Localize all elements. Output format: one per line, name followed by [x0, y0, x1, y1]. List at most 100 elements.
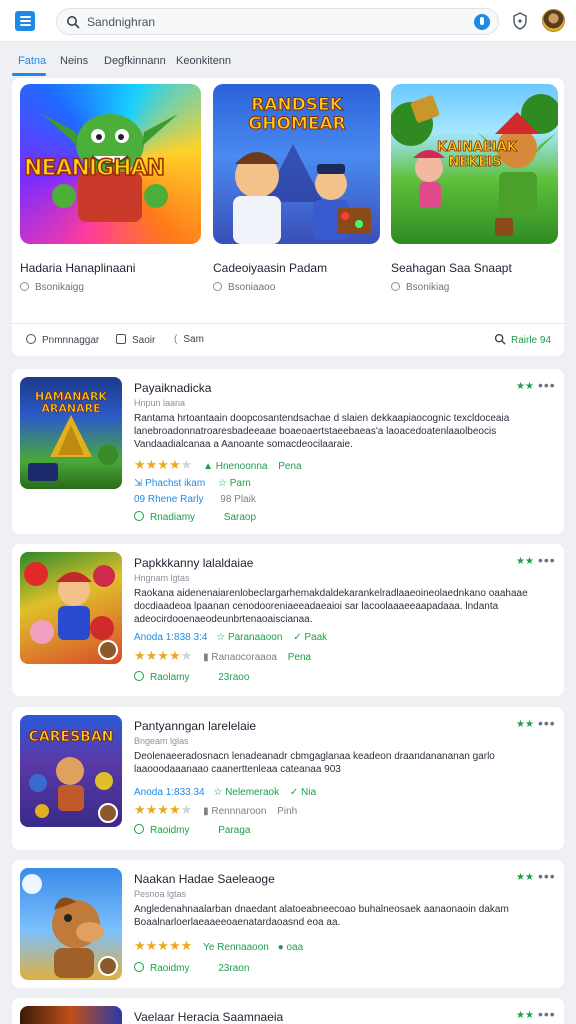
game-description: Deolenaeeradosnacn lenadeanadr cbmgaglan…	[134, 751, 495, 775]
location-icon	[26, 334, 36, 344]
footer-left[interactable]: Raolamy	[134, 671, 189, 683]
more-options-icon[interactable]: •••	[538, 552, 556, 568]
voice-search-icon[interactable]	[474, 14, 490, 30]
search-icon	[494, 333, 506, 345]
more-options-icon[interactable]: •••	[538, 377, 556, 393]
tag-icon: ▲	[203, 461, 216, 472]
featured-item[interactable]: RANDSEK GHOMEAR Cadeoiyaasin Padam Bsoni…	[213, 84, 380, 293]
search-bar[interactable]: Sandnighran	[56, 8, 499, 35]
check-icon: ✓	[289, 787, 302, 798]
tab-bar: Fatna Neins Degfkinnann Keonkitenn	[0, 42, 576, 76]
tab-neins[interactable]: Neins	[60, 55, 88, 67]
featured-item[interactable]: NEANIGHAN Hadaria Hanaplinaani Bsonikaig…	[20, 84, 201, 293]
game-list-item[interactable]: CARESBAN Pantyanngan larelelaie Bngeam l…	[12, 707, 564, 850]
featured-game-art[interactable]: RANDSEK GHOMEAR	[213, 84, 380, 244]
rating-extra: Pena	[287, 652, 312, 663]
game-title[interactable]: Payaiknadicka	[134, 381, 211, 395]
rating-label: Ye Rennaaoon	[203, 942, 269, 953]
tab-keonkitenn[interactable]: Keonkitenn	[176, 55, 231, 67]
comment-icon	[116, 334, 126, 344]
footer-left[interactable]: Raoidmy	[134, 824, 189, 836]
rating-row: ★★★★★ Ye Rennaaoon ● oaa	[134, 938, 303, 954]
game-subtitle: Bngeam lglas	[134, 736, 189, 746]
game-title[interactable]: Naakan Hadae Saeleaoge	[134, 872, 275, 886]
footer-right: 23raon	[218, 963, 250, 974]
game-list-item[interactable]: Papkkkanny lalaldaiae Hngnam lgtas Raoka…	[12, 544, 564, 696]
rating-extra: Pinh	[277, 806, 298, 817]
search-input[interactable]: Sandnighran	[87, 15, 155, 29]
avatar[interactable]	[542, 9, 565, 32]
game-title[interactable]: Pantyanngan larelelaie	[134, 719, 256, 733]
game-list-item[interactable]: HAMANARK ARANARE Payaiknadicka Hnpun laa…	[12, 369, 564, 534]
game-list-item[interactable]: Naakan Hadae Saeleaoge Pesnoa lgtas Angl…	[12, 860, 564, 988]
action-pnmnnaggar[interactable]: Pnmnnaggar	[26, 334, 99, 346]
game-title[interactable]: Papkkkanny lalaldaiae	[134, 556, 253, 570]
tab-fatna[interactable]: Fatna	[18, 55, 46, 67]
detail-left[interactable]: ⇲ Phachst ikam	[134, 478, 205, 489]
game-thumbnail[interactable]: HAMANARK ARANARE	[20, 377, 122, 489]
menu-icon[interactable]	[15, 11, 35, 31]
game-thumbnail[interactable]	[20, 552, 122, 664]
rating-badge: ★★	[516, 381, 534, 392]
more-options-icon[interactable]: •••	[538, 715, 556, 731]
play-icon	[134, 824, 144, 834]
rating-badge: ★★	[516, 719, 534, 730]
paw-icon	[98, 956, 118, 976]
active-tab-indicator	[12, 73, 46, 76]
featured-item[interactable]: KAINAEIAK NEKEIS Seahagan Saa Snaapt Bso…	[391, 84, 558, 293]
meta-right: ✓ Paak	[293, 632, 328, 643]
footer-left[interactable]: Rnadiamy	[134, 511, 195, 523]
action-sam[interactable]: (Sam	[174, 334, 204, 345]
detail-row: 09 Rhene Rarly 98 Plaik	[134, 494, 256, 505]
meta-mid: ☆ Nelemeraok	[213, 787, 280, 798]
tab-degfkinnann[interactable]: Degfkinnann	[104, 55, 166, 67]
featured-title[interactable]: Hadaria Hanaplinaani	[20, 261, 135, 275]
footer-right: Paraga	[218, 825, 251, 836]
more-options-icon[interactable]: •••	[538, 1006, 556, 1022]
game-subtitle: Hngnam lgtas	[134, 573, 190, 583]
featured-title[interactable]: Seahagan Saa Snaapt	[391, 261, 512, 275]
featured-art-logo: NEANIGHAN	[23, 155, 165, 182]
rating-label: ▮ Ranaocoraaoa	[203, 652, 277, 663]
detail-right: ☆ Parn	[217, 478, 251, 489]
game-description: Angledenahnaalarban dnaedant alatoeabnee…	[134, 904, 509, 928]
more-options-icon[interactable]: •••	[538, 868, 556, 884]
featured-game-art[interactable]: KAINAEIAK NEKEIS	[391, 84, 558, 244]
game-thumbnail[interactable]	[20, 1006, 122, 1024]
featured-title[interactable]: Cadeoiyaasin Padam	[213, 261, 327, 275]
footer-right: Saraop	[223, 512, 257, 523]
featured-right-action[interactable]: Rairle 94	[494, 333, 551, 346]
featured-art-logo: RANDSEK GHOMEAR	[248, 95, 346, 134]
clock-icon	[391, 282, 400, 291]
shield-icon[interactable]	[512, 12, 528, 30]
star-rating: ★★★★★	[134, 648, 193, 663]
star-rating: ★★★★★	[134, 457, 193, 472]
thumbnail-logo: CARESBAN	[28, 729, 114, 746]
meta-left: Anoda 1:838 3:4	[134, 632, 208, 643]
rating-extra: ● oaa	[277, 942, 304, 953]
play-icon	[134, 511, 144, 521]
play-icon	[134, 671, 144, 681]
footer-row: Raoidmy 23raon	[134, 962, 249, 974]
game-thumbnail[interactable]: CARESBAN	[20, 715, 122, 827]
detail-left: 09 Rhene Rarly	[134, 494, 204, 505]
bracket-icon: (	[174, 334, 178, 345]
game-description: Rantama hrtoantaain doopcosantendsachae …	[134, 413, 510, 450]
footer-left[interactable]: Raoidmy	[134, 962, 189, 974]
game-list-item[interactable]: Vaelaar Heracia Saamnaeia ★★ •••	[12, 998, 564, 1024]
thumbnail-logo: HAMANARK ARANARE	[35, 390, 108, 415]
detail-right: 98 Plaik	[220, 494, 256, 505]
game-description: Raokana aidenenaiarenlobeclargarhemakdal…	[134, 588, 528, 625]
star-rating: ★★★★★	[134, 938, 193, 953]
action-saoir[interactable]: Saoir	[116, 334, 155, 346]
meta-mid: ☆ Paranaaoon	[216, 632, 283, 643]
game-title[interactable]: Vaelaar Heracia Saamnaeia	[134, 1010, 283, 1024]
rating-row: ★★★★★ ▮ Ranaocoraaoa Pena	[134, 648, 311, 664]
featured-game-art[interactable]: NEANIGHAN	[20, 84, 201, 244]
top-bar: Sandnighran	[0, 0, 576, 42]
search-icon	[67, 16, 80, 29]
featured-actions: Pnmnnaggar Saoir (Sam Rairle 94	[12, 324, 564, 356]
game-thumbnail[interactable]	[20, 868, 122, 980]
featured-meta: Bsoniaaoo	[213, 282, 275, 293]
tag-icon: Ye	[203, 942, 218, 953]
